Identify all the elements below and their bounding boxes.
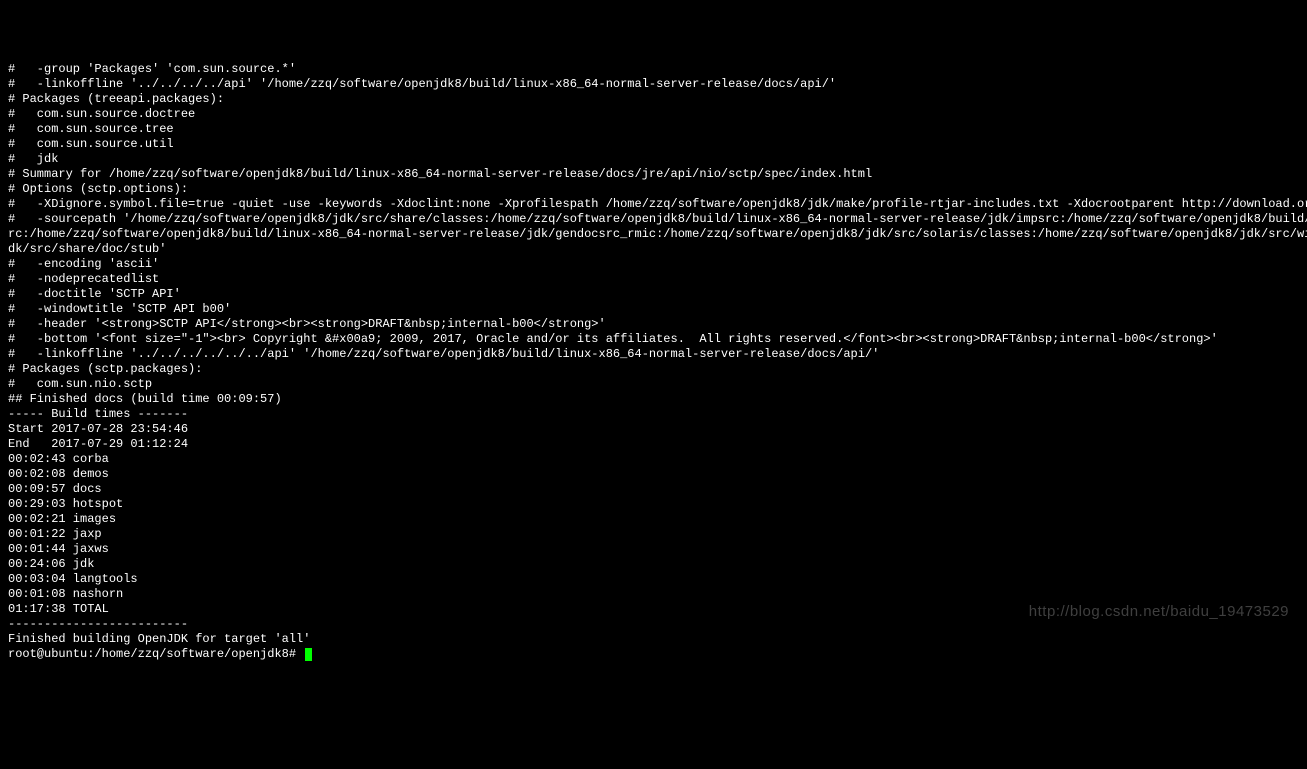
output-line: # -nodeprecatedlist	[8, 272, 1299, 287]
output-line: 00:02:21 images	[8, 512, 1299, 527]
output-line: 00:29:03 hotspot	[8, 497, 1299, 512]
output-line: # -XDignore.symbol.file=true -quiet -use…	[8, 197, 1299, 212]
watermark-text: http://blog.csdn.net/baidu_19473529	[1029, 604, 1289, 619]
output-line: # -linkoffline '../../../../../../api' '…	[8, 347, 1299, 362]
output-line: # -header '<strong>SCTP API</strong><br>…	[8, 317, 1299, 332]
cursor-icon	[305, 648, 312, 661]
output-line: 00:01:08 nashorn	[8, 587, 1299, 602]
output-line: 00:03:04 langtools	[8, 572, 1299, 587]
shell-prompt: root@ubuntu:/home/zzq/software/openjdk8#	[8, 647, 303, 661]
prompt-line[interactable]: root@ubuntu:/home/zzq/software/openjdk8#	[8, 647, 312, 661]
output-line: # jdk	[8, 152, 1299, 167]
output-line: # -windowtitle 'SCTP API b00'	[8, 302, 1299, 317]
output-line: 00:02:43 corba	[8, 452, 1299, 467]
output-line: # com.sun.source.doctree	[8, 107, 1299, 122]
output-line: # Summary for /home/zzq/software/openjdk…	[8, 167, 1299, 182]
output-line: 00:01:22 jaxp	[8, 527, 1299, 542]
output-line: # -linkoffline '../../../../api' '/home/…	[8, 77, 1299, 92]
output-line: # com.sun.nio.sctp	[8, 377, 1299, 392]
output-line: 00:24:06 jdk	[8, 557, 1299, 572]
output-line: 00:02:08 demos	[8, 467, 1299, 482]
terminal-output[interactable]: # -group 'Packages' 'com.sun.source.*'# …	[0, 60, 1307, 664]
output-line: Finished building OpenJDK for target 'al…	[8, 632, 1299, 647]
output-line: # Options (sctp.options):	[8, 182, 1299, 197]
output-line: dk/src/share/doc/stub'	[8, 242, 1299, 257]
output-line: ## Finished docs (build time 00:09:57)	[8, 392, 1299, 407]
output-line: rc:/home/zzq/software/openjdk8/build/lin…	[8, 227, 1299, 242]
output-line: # Packages (treeapi.packages):	[8, 92, 1299, 107]
output-line: # -sourcepath '/home/zzq/software/openjd…	[8, 212, 1299, 227]
output-line: Start 2017-07-28 23:54:46	[8, 422, 1299, 437]
output-line: End 2017-07-29 01:12:24	[8, 437, 1299, 452]
output-line: 00:09:57 docs	[8, 482, 1299, 497]
output-line: 00:01:44 jaxws	[8, 542, 1299, 557]
output-line: # Packages (sctp.packages):	[8, 362, 1299, 377]
output-line: # com.sun.source.util	[8, 137, 1299, 152]
output-line: # -doctitle 'SCTP API'	[8, 287, 1299, 302]
output-line: ----- Build times -------	[8, 407, 1299, 422]
output-line: # -group 'Packages' 'com.sun.source.*'	[8, 62, 1299, 77]
output-line: # com.sun.source.tree	[8, 122, 1299, 137]
output-line: # -encoding 'ascii'	[8, 257, 1299, 272]
output-line: # -bottom '<font size="-1"><br> Copyrigh…	[8, 332, 1299, 347]
